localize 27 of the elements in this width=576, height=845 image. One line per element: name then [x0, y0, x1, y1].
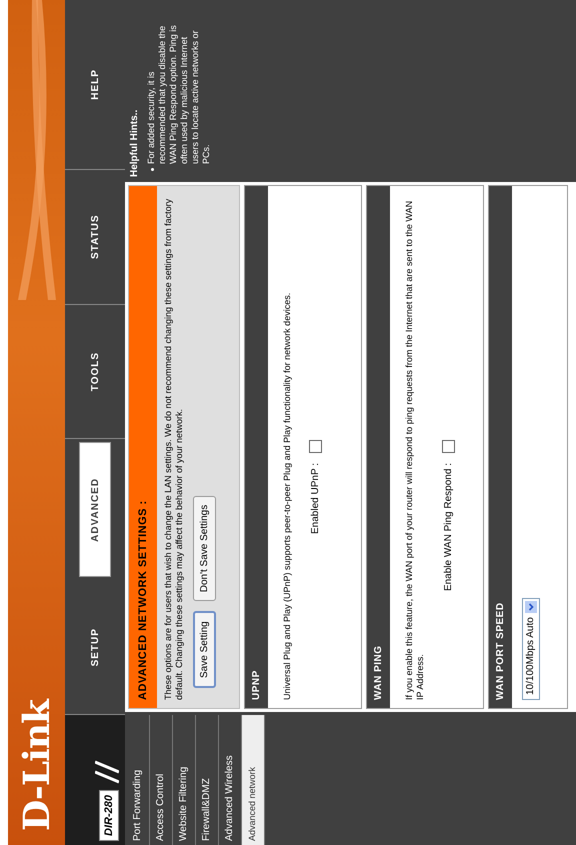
sidebar-item[interactable]: Advanced network: [242, 715, 265, 845]
section-title: WAN PING: [367, 186, 390, 708]
help-title: Helpful Hints..: [129, 108, 140, 177]
select-field[interactable]: 10/100Mbps Auto: [522, 598, 540, 700]
nav-tab[interactable]: HELP: [65, 12, 125, 170]
help-text: For added security, it is recommended that you disable the WAN Ping Respond option. Ping is often used by malicious Internet users to locate active networks or PCs.: [146, 24, 212, 164]
chevron-icon: [524, 601, 536, 614]
field-label: Enabled UPnP :: [310, 463, 321, 536]
action-button[interactable]: Don't Save Settings: [193, 496, 216, 602]
logo: D-Link: [16, 700, 58, 831]
description-text: Universal Plug and Play (UPnP) supports peer-to-peer Plug and Play functionality for network devices.: [282, 292, 293, 700]
model-label: DIR-280: [99, 790, 119, 841]
field-label: Enable WAN Ping Respond :: [443, 463, 454, 594]
description-text: If you enable this feature, the WAN port of your router will respond to ping requests from the Internet that are sent to the WAN IP Address.: [404, 200, 426, 700]
sidebar-item[interactable]: Port Forwarding: [127, 715, 150, 845]
nav-tab[interactable]: ADVANCED: [79, 442, 111, 578]
checkbox[interactable]: [309, 440, 322, 453]
sidebar-item[interactable]: Website Filtering: [173, 715, 196, 845]
sidebar-item[interactable]: Firewall&DMZ: [196, 715, 219, 845]
description-text: These options are for users that wish to change the LAN settings. We do not recommend changing these settings from factory default. Changing these settings may affect the behavior of your network.: [163, 198, 185, 700]
section-title: UPNP: [245, 186, 268, 708]
section-title: WAN PORT SPEED: [489, 186, 512, 708]
checkbox[interactable]: [442, 440, 455, 453]
action-button[interactable]: Save Setting: [193, 611, 216, 688]
sidebar-item[interactable]: Access Control: [150, 715, 173, 845]
bullet-icon: [151, 168, 154, 171]
section-title: ADVANCED NETWORK SETTINGS :: [129, 186, 157, 708]
